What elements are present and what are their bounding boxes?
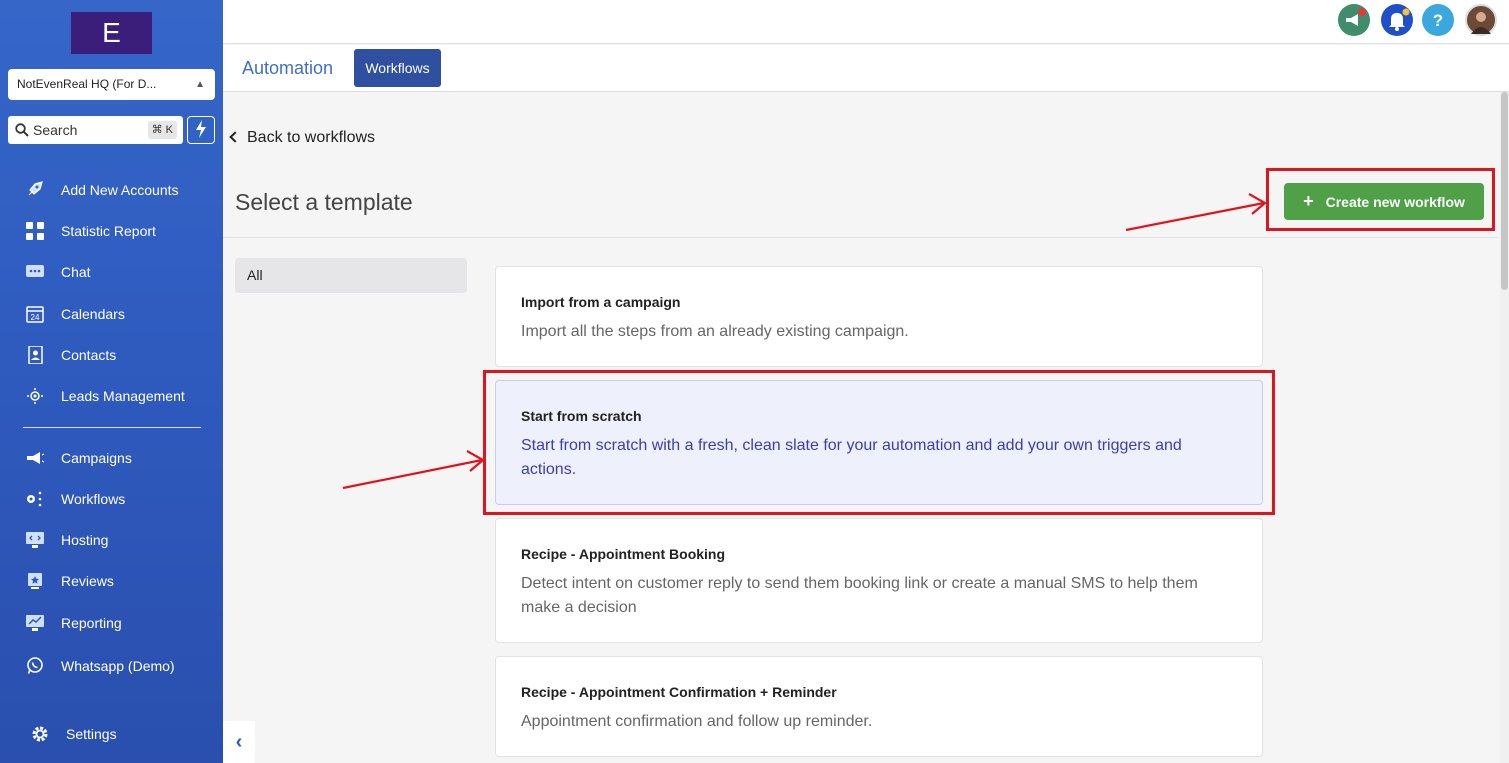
arrow-to-start-scratch [342,450,485,490]
arrow-to-create-button [1125,193,1267,232]
annotation-arrows [342,193,1267,490]
